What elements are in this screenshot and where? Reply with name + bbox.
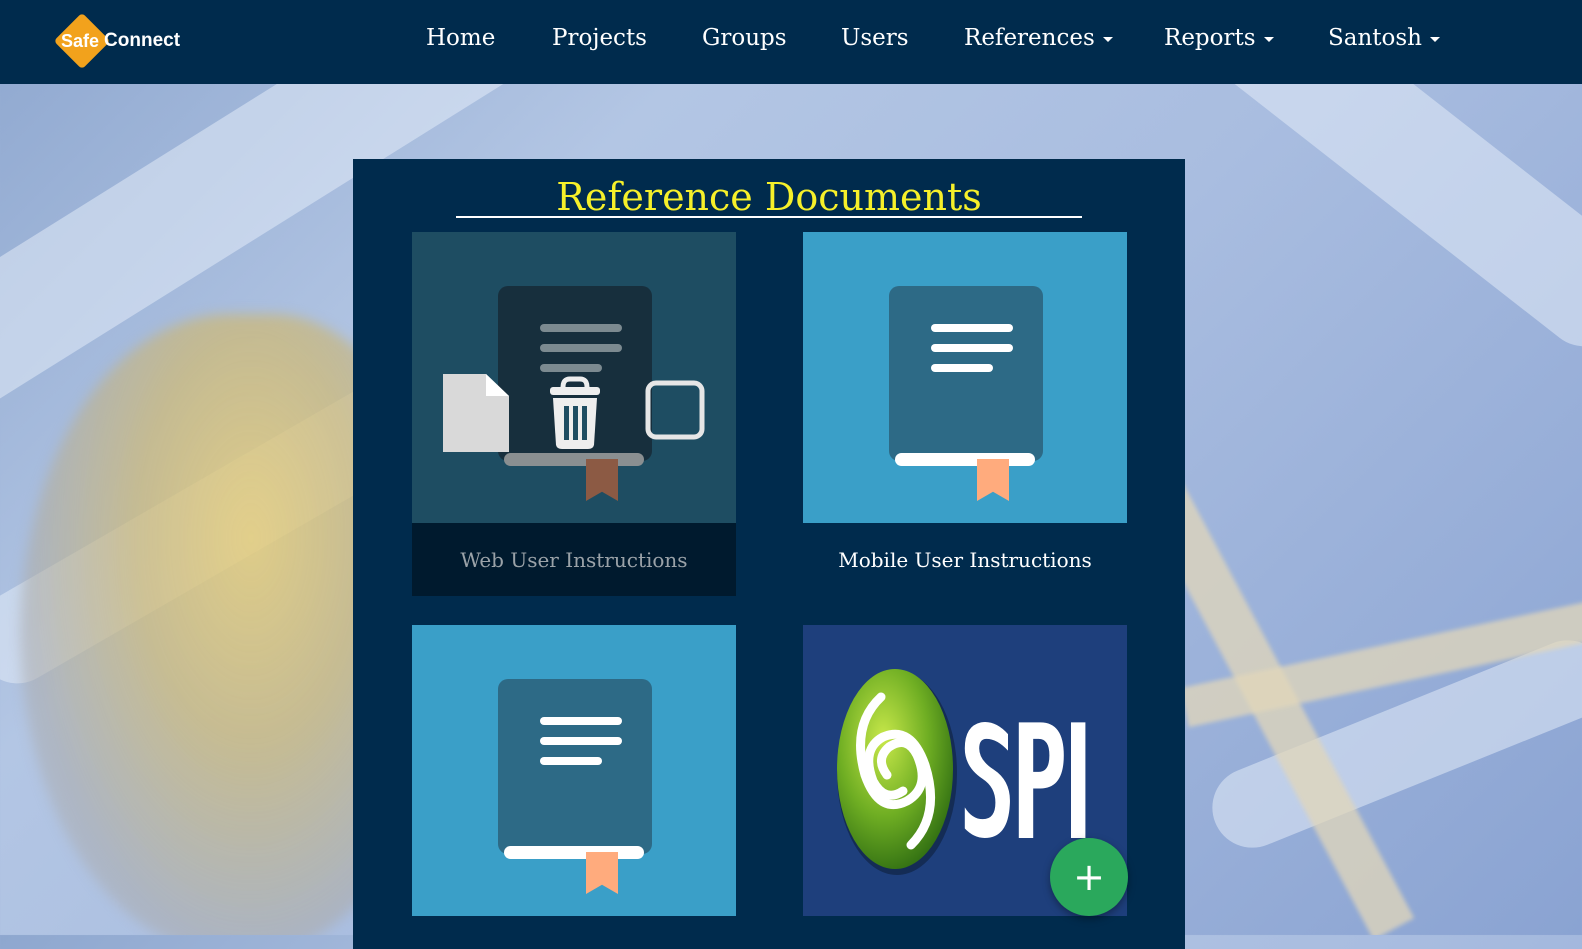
doc-card-label: Web User Instructions: [412, 523, 736, 596]
select-checkbox-icon[interactable]: [645, 380, 705, 440]
doc-card-thumbnail: [803, 232, 1127, 523]
nav-user-menu[interactable]: Santosh: [1328, 25, 1440, 51]
add-icon: +: [1073, 855, 1105, 899]
nav-home-label: Home: [426, 25, 496, 51]
doc-card-thumbnail: [412, 232, 736, 523]
brand-logo[interactable]: Safe Connect: [53, 8, 181, 74]
caret-down-icon: [1102, 36, 1113, 42]
nav-groups-label: Groups: [702, 25, 787, 51]
file-icon[interactable]: [443, 374, 509, 452]
doc-card-mobile-user-instructions[interactable]: Mobile User Instructions: [803, 232, 1127, 596]
nav-home[interactable]: Home: [426, 25, 495, 51]
doc-card-thumbnail: [412, 625, 736, 916]
caret-down-icon: [1430, 36, 1440, 42]
doc-card-web-user-instructions[interactable]: Web User Instructions: [412, 232, 736, 596]
nav-references-dropdown[interactable]: References: [964, 25, 1113, 51]
nav-groups[interactable]: Groups: [702, 25, 787, 51]
nav-references-label: References: [964, 25, 1095, 51]
nav-projects-label: Projects: [552, 25, 647, 51]
title-divider: [456, 216, 1082, 218]
hover-actions: [443, 374, 705, 452]
nav-users[interactable]: Users: [841, 25, 909, 51]
nav-reports-dropdown[interactable]: Reports: [1164, 25, 1274, 51]
brand-name-safe: Safe: [61, 30, 100, 51]
panel-title: Reference Documents: [556, 175, 982, 219]
trash-icon[interactable]: [550, 376, 600, 449]
nav-projects[interactable]: Projects: [552, 25, 647, 51]
caret-down-icon: [1263, 36, 1274, 42]
reference-documents-panel: Reference Documents Web User Instruction…: [353, 159, 1185, 949]
nav-users-label: Users: [841, 25, 909, 51]
doc-card[interactable]: [412, 625, 736, 935]
add-document-button[interactable]: +: [1050, 838, 1128, 916]
blueprint-roll: [1181, 84, 1582, 363]
book-icon: [889, 286, 1043, 501]
nav-reports-label: Reports: [1164, 25, 1256, 51]
nav-user-label: Santosh: [1328, 25, 1422, 51]
book-icon: [498, 679, 652, 894]
doc-card-label: Mobile User Instructions: [803, 523, 1127, 596]
top-navbar: Safe Connect Home Projects Groups Users …: [0, 0, 1582, 84]
brand-name-connect: Connect: [104, 30, 181, 51]
